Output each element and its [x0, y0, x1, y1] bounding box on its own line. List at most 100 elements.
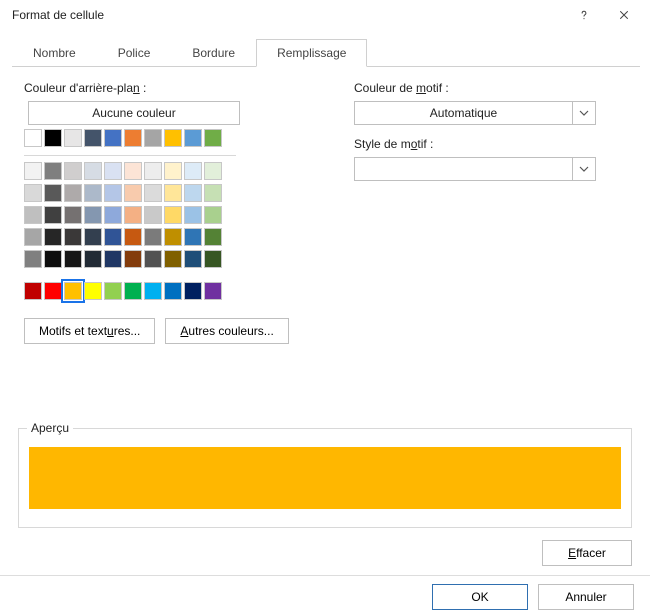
color-swatch[interactable]	[64, 129, 82, 147]
cancel-button[interactable]: Annuler	[538, 584, 634, 610]
tab-number[interactable]: Nombre	[12, 39, 97, 67]
color-swatch[interactable]	[204, 206, 222, 224]
color-swatch[interactable]	[104, 184, 122, 202]
color-swatch[interactable]	[144, 250, 162, 268]
pattern-section: Couleur de motif : Automatique Style de …	[354, 81, 614, 344]
color-swatch[interactable]	[164, 184, 182, 202]
color-swatch[interactable]	[44, 184, 62, 202]
color-swatch[interactable]	[184, 129, 202, 147]
close-button[interactable]	[604, 1, 644, 29]
color-swatch[interactable]	[104, 129, 122, 147]
color-swatch[interactable]	[84, 206, 102, 224]
color-swatch[interactable]	[184, 206, 202, 224]
color-swatch[interactable]	[184, 282, 202, 300]
color-swatch[interactable]	[124, 228, 142, 246]
tab-border[interactable]: Bordure	[171, 39, 256, 67]
color-swatch[interactable]	[24, 162, 42, 180]
help-button[interactable]	[564, 1, 604, 29]
pattern-color-value: Automatique	[355, 106, 572, 120]
ok-button[interactable]: OK	[432, 584, 528, 610]
color-swatch[interactable]	[44, 162, 62, 180]
color-swatch[interactable]	[64, 250, 82, 268]
chevron-down-icon	[572, 158, 595, 180]
color-swatch[interactable]	[164, 250, 182, 268]
tab-fill[interactable]: Remplissage	[256, 39, 367, 67]
color-swatch[interactable]	[24, 250, 42, 268]
color-swatch[interactable]	[84, 162, 102, 180]
color-swatch[interactable]	[204, 250, 222, 268]
pattern-style-combo[interactable]	[354, 157, 596, 181]
color-swatch[interactable]	[164, 228, 182, 246]
color-swatch[interactable]	[144, 184, 162, 202]
more-colors-button[interactable]: Autres couleurs...	[165, 318, 288, 344]
color-swatch[interactable]	[84, 250, 102, 268]
color-swatch[interactable]	[204, 162, 222, 180]
color-swatch[interactable]	[64, 282, 82, 300]
color-swatch[interactable]	[184, 162, 202, 180]
color-swatch[interactable]	[64, 206, 82, 224]
color-swatch[interactable]	[104, 250, 122, 268]
color-swatch[interactable]	[44, 129, 62, 147]
color-swatch[interactable]	[164, 282, 182, 300]
color-swatch[interactable]	[144, 282, 162, 300]
color-swatch[interactable]	[64, 162, 82, 180]
color-swatch[interactable]	[24, 228, 42, 246]
color-swatch[interactable]	[44, 228, 62, 246]
color-swatch[interactable]	[144, 162, 162, 180]
color-swatch[interactable]	[204, 129, 222, 147]
color-swatch[interactable]	[24, 184, 42, 202]
color-swatch[interactable]	[144, 206, 162, 224]
no-color-button[interactable]: Aucune couleur	[28, 101, 240, 125]
color-swatch[interactable]	[104, 206, 122, 224]
color-swatch[interactable]	[84, 184, 102, 202]
fill-effects-button[interactable]: Motifs et textures...	[24, 318, 155, 344]
color-swatch[interactable]	[104, 282, 122, 300]
color-swatch[interactable]	[44, 206, 62, 224]
bg-color-label: Couleur d'arrière-plan :	[24, 81, 314, 95]
palette-shades	[24, 162, 314, 268]
color-swatch[interactable]	[124, 206, 142, 224]
color-swatch[interactable]	[104, 162, 122, 180]
bg-label-text: Couleur d'arrière-pla	[24, 81, 133, 95]
dialog-footer: OK Annuler	[432, 584, 634, 610]
color-swatch[interactable]	[164, 206, 182, 224]
background-color-section: Couleur d'arrière-plan : Aucune couleur …	[24, 81, 314, 344]
color-swatch[interactable]	[64, 184, 82, 202]
color-swatch[interactable]	[124, 282, 142, 300]
color-swatch[interactable]	[104, 228, 122, 246]
tabbar: Nombre Police Bordure Remplissage	[12, 38, 640, 67]
color-swatch[interactable]	[204, 228, 222, 246]
clear-button[interactable]: Effacer	[542, 540, 632, 566]
color-swatch[interactable]	[144, 228, 162, 246]
palette-standard-row	[24, 282, 314, 300]
color-swatch[interactable]	[124, 129, 142, 147]
pattern-color-combo[interactable]: Automatique	[354, 101, 596, 125]
color-swatch[interactable]	[84, 129, 102, 147]
color-swatch[interactable]	[204, 184, 222, 202]
color-swatch[interactable]	[124, 250, 142, 268]
preview-swatch	[29, 447, 621, 509]
color-swatch[interactable]	[44, 250, 62, 268]
color-swatch[interactable]	[144, 129, 162, 147]
color-swatch[interactable]	[44, 282, 62, 300]
color-swatch[interactable]	[204, 282, 222, 300]
color-swatch[interactable]	[184, 250, 202, 268]
color-swatch[interactable]	[24, 206, 42, 224]
color-swatch[interactable]	[124, 162, 142, 180]
color-swatch[interactable]	[64, 228, 82, 246]
color-swatch[interactable]	[184, 228, 202, 246]
color-swatch[interactable]	[184, 184, 202, 202]
color-swatch[interactable]	[24, 282, 42, 300]
format-cells-dialog: Format de cellule Nombre Police Bordure …	[0, 0, 650, 616]
color-swatch[interactable]	[124, 184, 142, 202]
color-swatch[interactable]	[24, 129, 42, 147]
color-swatch[interactable]	[164, 162, 182, 180]
chevron-down-icon	[572, 102, 595, 124]
color-swatch[interactable]	[164, 129, 182, 147]
color-swatch[interactable]	[84, 228, 102, 246]
tab-font[interactable]: Police	[97, 39, 172, 67]
dialog-title: Format de cellule	[12, 8, 104, 22]
titlebar: Format de cellule	[0, 0, 650, 30]
pattern-color-label: Couleur de motif :	[354, 81, 614, 95]
color-swatch[interactable]	[84, 282, 102, 300]
